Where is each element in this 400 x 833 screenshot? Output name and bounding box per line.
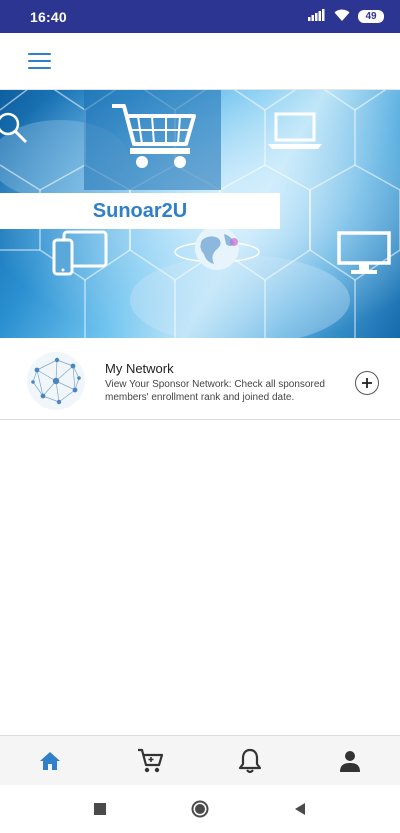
monitor-icon [337,231,391,274]
home-icon [40,751,60,770]
nav-cart-button[interactable] [100,736,200,786]
cart-icon [138,748,163,772]
list-item-title: My Network [105,361,174,376]
home-circle-icon [191,800,209,818]
bottom-nav [0,735,400,785]
nav-profile-button[interactable] [300,736,400,786]
laptop-icon [268,112,322,149]
list-item-my-network[interactable]: My Network View Your Sponsor Network: Ch… [0,338,400,420]
list-item-description: View Your Sponsor Network: Check all spo… [105,379,325,403]
search-icon [0,112,28,144]
home-system-button[interactable] [185,794,215,824]
signal-icon [308,8,326,26]
bell-icon [238,748,262,773]
recents-icon [94,803,106,815]
wifi-icon [334,8,350,26]
back-icon [295,803,305,815]
tablet-phone-icon [52,230,108,276]
battery-icon: 49 [358,10,384,23]
back-button[interactable] [285,794,315,824]
system-nav [0,785,400,833]
status-time: 16:40 [30,8,67,25]
recents-button[interactable] [85,794,115,824]
app-bar [0,33,400,90]
hamburger-menu-icon[interactable] [28,51,52,71]
banner-title: Sunoar2U [92,199,188,222]
network-graph-icon [27,352,85,410]
banner-title-box: Sunoar2U [0,193,280,229]
plus-circle-icon[interactable] [355,371,379,395]
nav-notifications-button[interactable] [200,736,300,786]
banner: Sunoar2U [0,90,400,338]
shopping-cart-icon [112,104,196,168]
status-bar: 16:40 49 [0,0,400,33]
status-icons: 49 [308,8,384,26]
profile-icon [340,750,360,772]
globe-icon [174,226,260,270]
nav-home-button[interactable] [0,736,100,786]
